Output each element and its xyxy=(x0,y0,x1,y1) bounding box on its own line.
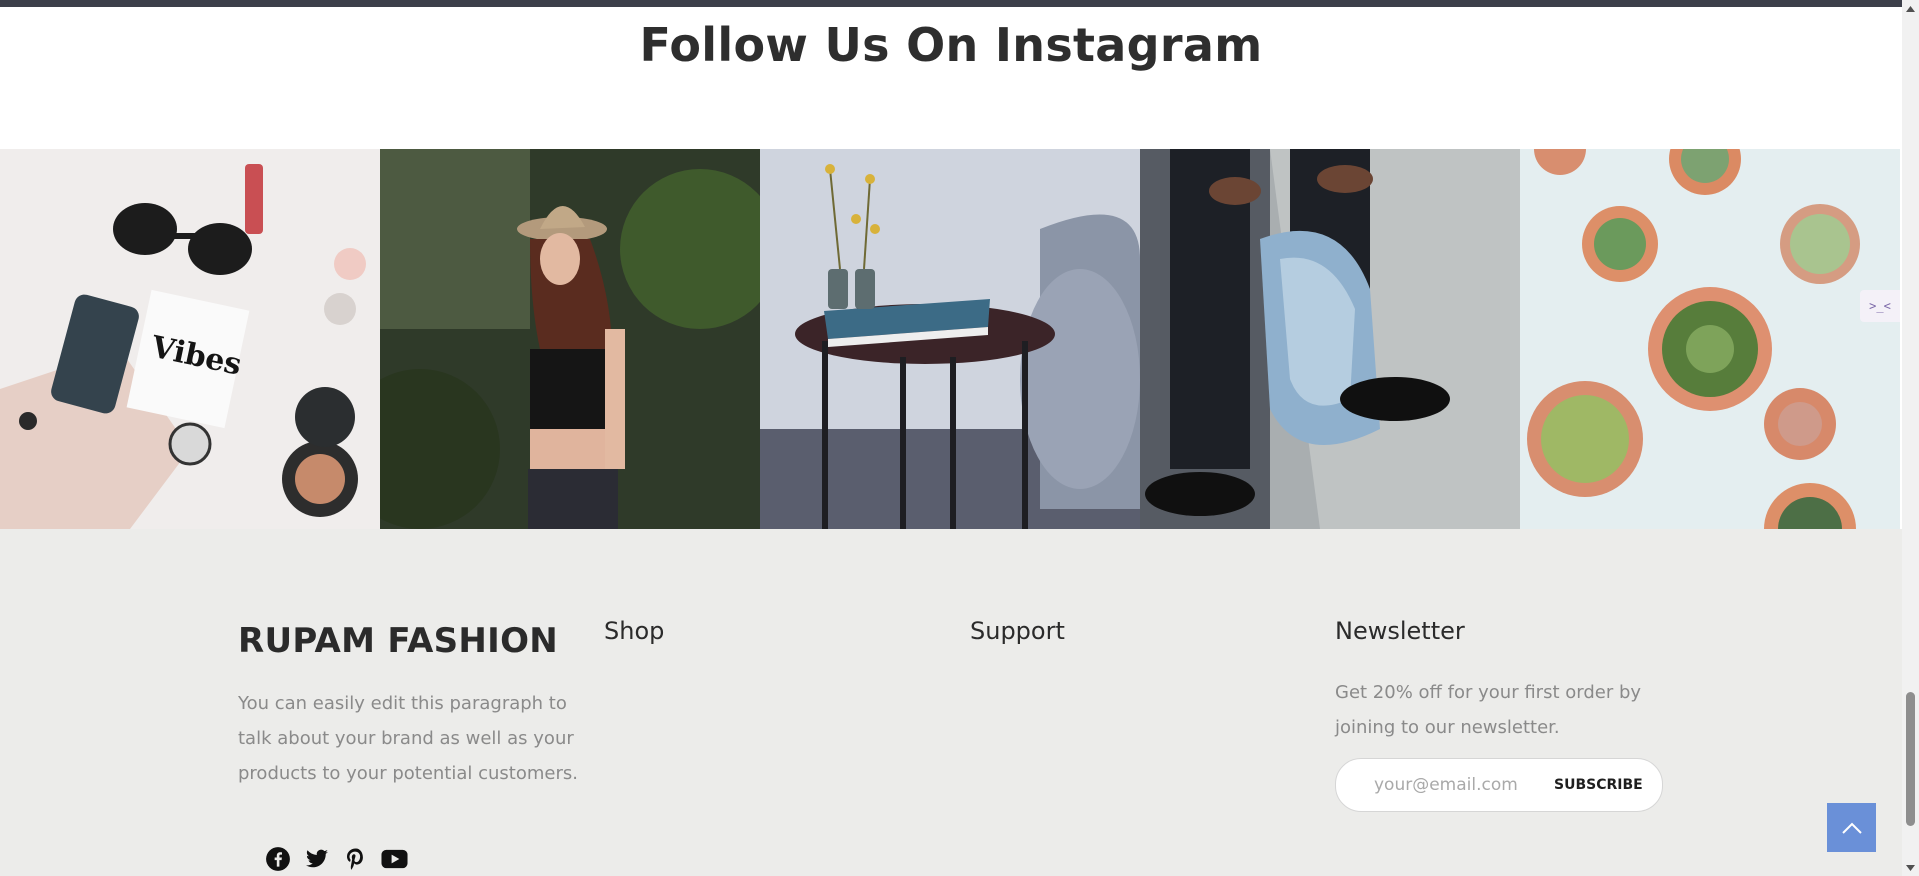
back-to-top-button[interactable] xyxy=(1827,803,1876,852)
newsletter-text: Get 20% off for your first order by join… xyxy=(1335,682,1642,738)
shop-column-title: Shop xyxy=(604,617,665,645)
page-scrollbar[interactable] xyxy=(1902,0,1919,876)
brand-description: You can easily edit this paragraph to ta… xyxy=(238,693,578,784)
scroll-up-arrow-icon[interactable] xyxy=(1902,0,1919,17)
instagram-heading: Follow Us On Instagram xyxy=(639,18,1263,72)
email-input[interactable] xyxy=(1372,771,1546,799)
social-links xyxy=(264,845,408,872)
instagram-photo-succulents[interactable] xyxy=(1520,149,1900,529)
scroll-down-arrow-icon[interactable] xyxy=(1902,859,1919,876)
instagram-gallery: Vibes xyxy=(0,149,1902,529)
facebook-icon[interactable] xyxy=(264,845,291,872)
newsletter-form: SUBSCRIBE xyxy=(1335,758,1663,812)
newsletter-column-title: Newsletter xyxy=(1335,617,1465,645)
footer: RUPAM FASHION You can easily edit this p… xyxy=(0,529,1902,876)
side-widget[interactable]: >_< xyxy=(1860,290,1900,322)
brand-name: RUPAM FASHION xyxy=(238,621,559,661)
scrollbar-thumb[interactable] xyxy=(1906,692,1915,826)
chevron-up-icon xyxy=(1841,822,1862,834)
instagram-photo-jeans[interactable] xyxy=(1140,149,1520,529)
twitter-icon[interactable] xyxy=(303,845,330,872)
instagram-photo-flatlay[interactable]: Vibes xyxy=(0,149,380,529)
top-bar xyxy=(0,0,1902,7)
instagram-photo-woman[interactable] xyxy=(380,149,760,529)
youtube-icon[interactable] xyxy=(381,845,408,872)
pinterest-icon[interactable] xyxy=(342,845,369,872)
support-column-title: Support xyxy=(970,617,1065,645)
subscribe-button[interactable]: SUBSCRIBE xyxy=(1554,771,1643,799)
instagram-photo-side-table[interactable] xyxy=(760,149,1140,529)
